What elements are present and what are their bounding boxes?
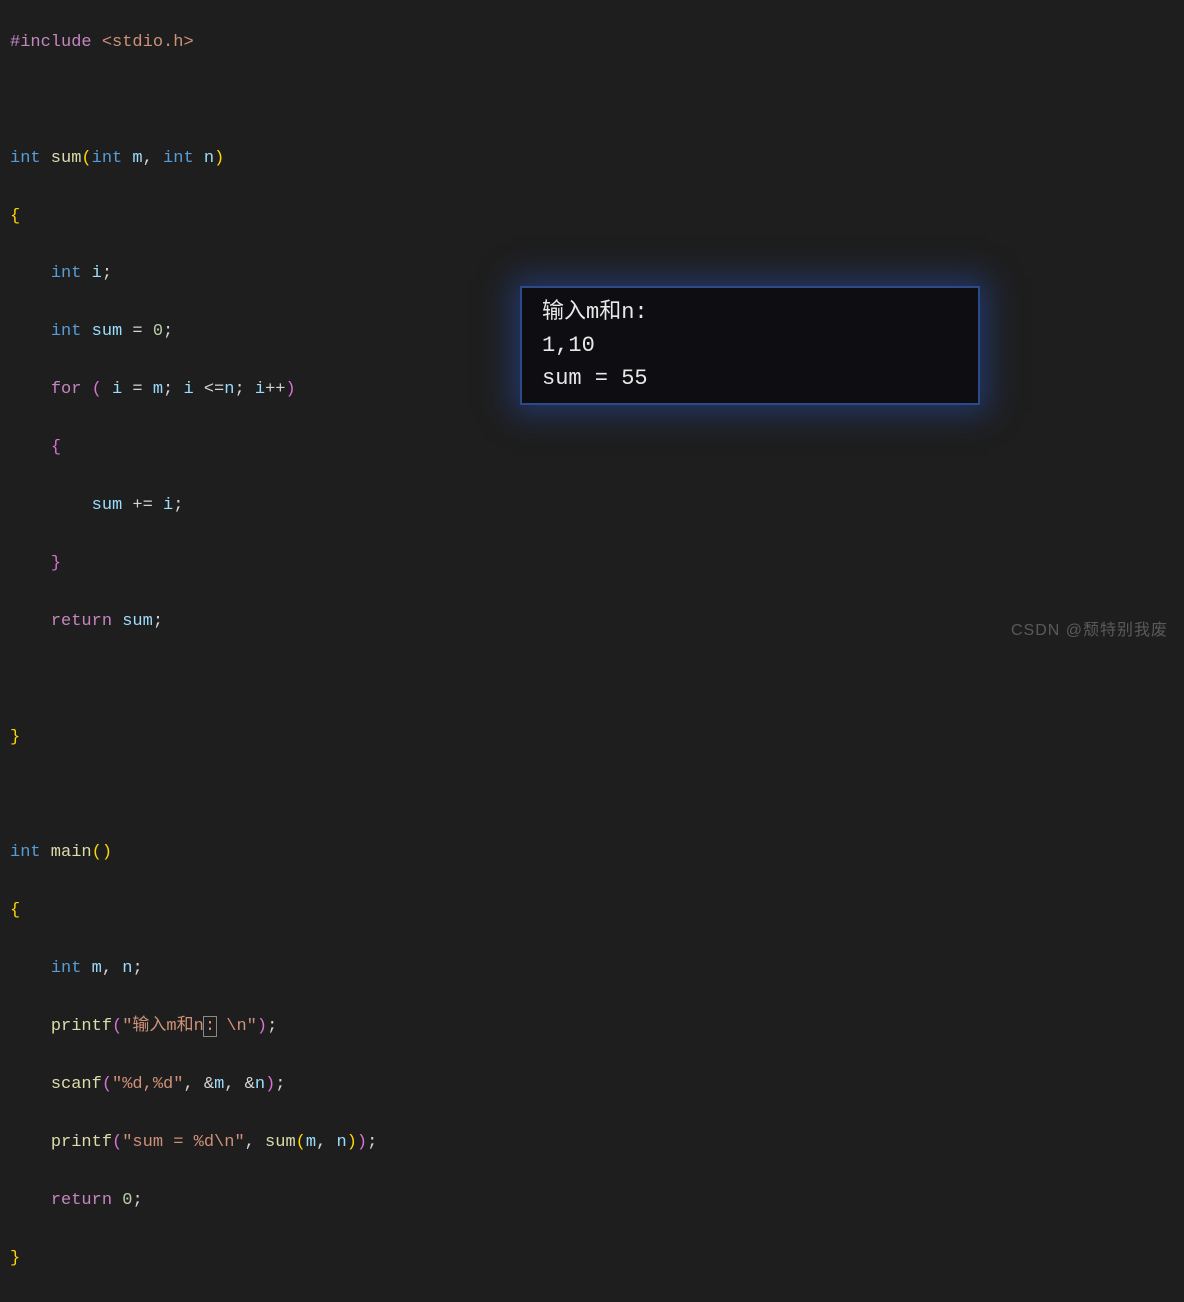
number-literal: 0 [112,1191,132,1210]
variable: n [255,1075,265,1094]
string-literal: "%d,%d" [112,1075,183,1094]
paren: ) [257,1017,267,1036]
variable: i [102,380,122,399]
string-literal: "sum = %d\n" [122,1133,244,1152]
function-call: scanf [51,1075,102,1094]
variable: sum [81,322,122,341]
paren: ( [92,380,102,399]
paren: ( [92,843,102,862]
code-line: #include <stdio.h> [10,29,1174,58]
variable: n [224,380,234,399]
paren: ) [214,149,224,168]
paren: ) [285,380,295,399]
string-literal: "输入m和n [122,1017,204,1036]
variable: m [306,1133,316,1152]
code-line: printf("输入m和n: \n"); [10,1013,1174,1042]
type-keyword: int [10,149,41,168]
paren: ) [265,1075,275,1094]
variable: n [326,1133,346,1152]
code-line: return 0; [10,1187,1174,1216]
brace: { [51,438,61,457]
code-line: int main() [10,839,1174,868]
watermark: CSDN @颓特别我废 [1011,617,1168,644]
code-line: } [10,550,1174,579]
variable: i [245,380,265,399]
paren: ( [112,1133,122,1152]
paren: ( [112,1017,122,1036]
code-line [10,87,1174,116]
output-line: sum = 55 [542,362,958,395]
code-line: printf("sum = %d\n", sum(m, n)); [10,1129,1174,1158]
code-line: } [10,1245,1174,1274]
variable: i [163,496,173,515]
code-line: int m, n; [10,955,1174,984]
code-editor[interactable]: #include <stdio.h> int sum(int m, int n)… [0,0,1184,1302]
function-call: printf [51,1133,112,1152]
variable: sum [92,496,123,515]
code-line: return sum; [10,608,1174,637]
console-output: 输入m和n: 1,10 sum = 55 [520,286,980,405]
string-literal: : [203,1016,217,1037]
code-line: } [10,724,1174,753]
include-path: <stdio.h> [92,33,194,52]
brace: } [10,1249,20,1268]
function-call: sum [255,1133,296,1152]
brace: { [10,207,20,226]
brace: } [10,728,20,747]
code-line: scanf("%d,%d", &m, &n); [10,1071,1174,1100]
variable: m [81,959,101,978]
control-keyword: for [51,380,82,399]
type-keyword: int [10,843,41,862]
type-keyword: int [92,149,123,168]
function-name: main [41,843,92,862]
variable: m [214,1075,224,1094]
variable: sum [112,612,153,631]
paren: ( [296,1133,306,1152]
code-line: sum += i; [10,492,1174,521]
number-literal: 0 [153,322,163,341]
preprocessor-keyword: #include [10,33,92,52]
variable: i [81,264,101,283]
brace: } [51,554,61,573]
type-keyword: int [51,264,82,283]
parameter: n [194,149,214,168]
control-keyword: return [51,612,112,631]
function-name: sum [41,149,82,168]
code-line: int sum(int m, int n) [10,145,1174,174]
output-line: 1,10 [542,329,958,362]
function-call: printf [51,1017,112,1036]
variable: m [153,380,163,399]
code-line [10,781,1174,810]
paren: ) [347,1133,357,1152]
string-literal: \n" [216,1017,257,1036]
control-keyword: return [51,1191,112,1210]
type-keyword: int [51,322,82,341]
paren: ) [102,843,112,862]
parameter: m [122,149,142,168]
paren: ( [81,149,91,168]
code-line: { [10,897,1174,926]
code-line: { [10,203,1174,232]
paren: ( [102,1075,112,1094]
paren: ) [357,1133,367,1152]
variable: i [173,380,193,399]
brace: { [10,901,20,920]
code-line: { [10,434,1174,463]
code-line [10,666,1174,695]
type-keyword: int [153,149,194,168]
variable: n [112,959,132,978]
output-line: 输入m和n: [542,296,958,329]
type-keyword: int [51,959,82,978]
